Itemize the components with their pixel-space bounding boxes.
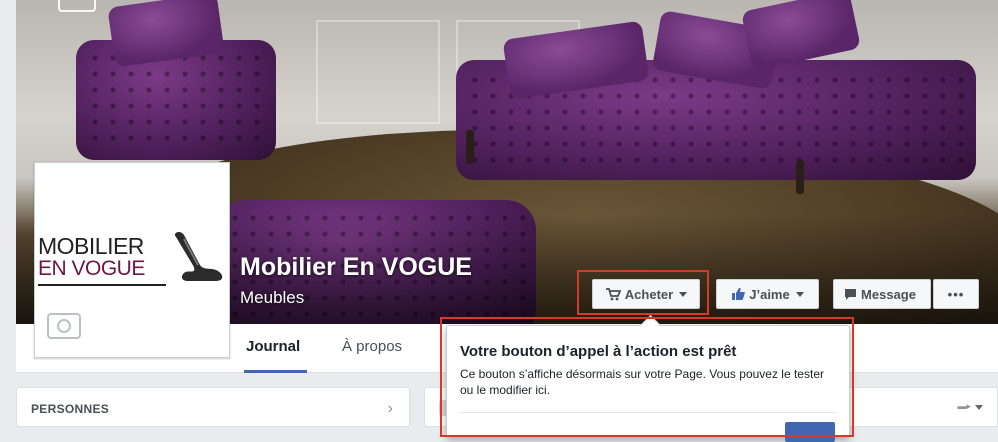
tufting <box>86 50 266 150</box>
tab-journal[interactable]: Journal <box>246 338 300 355</box>
tab-a-propos[interactable]: À propos <box>342 338 402 355</box>
logo-underline <box>38 284 166 286</box>
wall-panel <box>316 20 440 124</box>
audience-icon[interactable]: ▬▸ <box>957 401 971 412</box>
people-card: PERSONNES › <box>16 387 410 427</box>
people-card-title: PERSONNES <box>31 402 110 416</box>
like-label: J’aime <box>749 286 790 302</box>
sofa-leg <box>796 160 804 194</box>
logo-text-line1: MOBILIER <box>38 233 144 259</box>
like-button[interactable]: J’aime <box>716 279 819 309</box>
logo-text-line2: EN VOGUE <box>38 257 145 280</box>
more-button[interactable]: ••• <box>933 279 979 309</box>
sofa-leg <box>466 130 474 164</box>
chevron-down-icon <box>795 291 804 297</box>
page-title: Mobilier En VOGUE <box>240 253 472 281</box>
chevron-down-icon[interactable] <box>975 405 983 410</box>
thumbs-up-icon <box>732 287 746 300</box>
camera-icon[interactable] <box>58 0 96 12</box>
camera-icon[interactable] <box>47 313 81 339</box>
tab-active-indicator <box>244 370 307 373</box>
chevron-right-icon[interactable]: › <box>388 400 393 418</box>
chair-logo-icon <box>174 231 223 281</box>
highlight-box-acheter <box>577 270 709 315</box>
profile-picture[interactable]: MOBILIER EN VOGUE <box>34 162 230 358</box>
more-icon: ••• <box>947 286 965 302</box>
message-label: Message <box>861 286 916 302</box>
highlight-box-popover <box>440 317 854 437</box>
message-button[interactable]: Message <box>833 279 931 309</box>
message-icon <box>845 288 857 300</box>
page-category: Meubles <box>240 288 305 307</box>
